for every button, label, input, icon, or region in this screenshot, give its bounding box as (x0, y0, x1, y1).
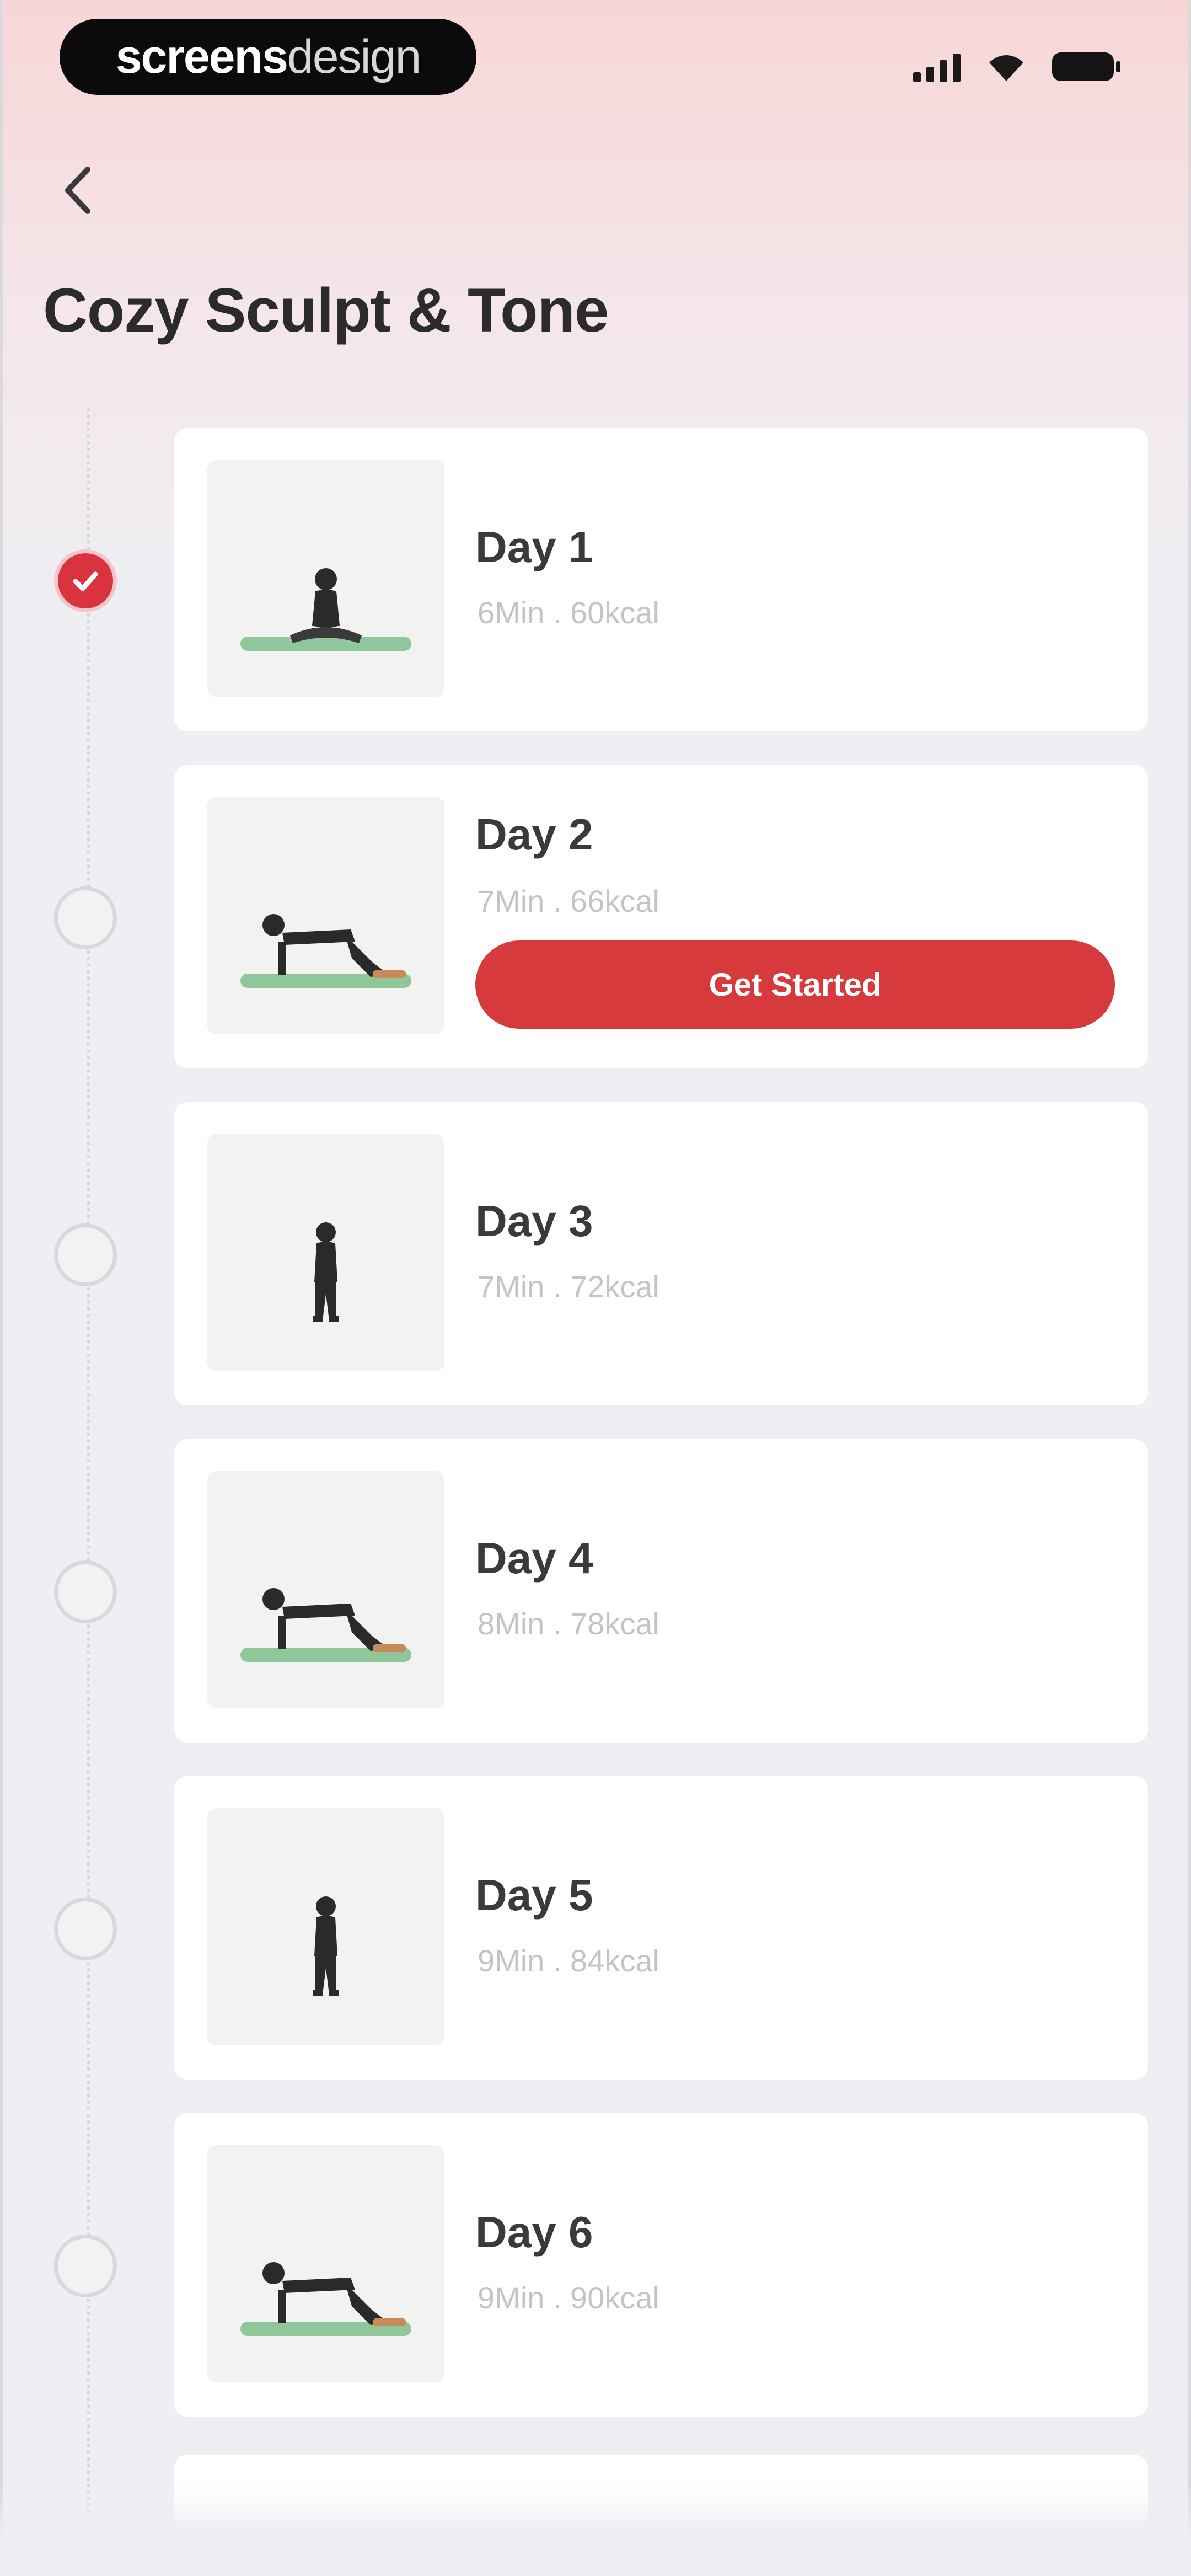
day-duration-calories: 9Min . 84kcal (478, 1943, 659, 1978)
day-row: Day 1 6Min . 60kcal (0, 428, 1191, 731)
day-row: Day 2 7Min . 66kcal Get Started (0, 765, 1191, 1068)
day-card[interactable]: Day 5 9Min . 84kcal (174, 1776, 1148, 2080)
day-title: Day 1 (475, 522, 593, 571)
incomplete-circle-icon[interactable] (54, 1898, 117, 1960)
day-row: Day 4 8Min . 78kcal (0, 1439, 1191, 1743)
day-card[interactable]: Day 4 8Min . 78kcal (174, 1439, 1148, 1743)
day-duration-calories: 7Min . 72kcal (478, 1269, 659, 1304)
day-duration-calories: 9Min . 90kcal (478, 2280, 659, 2315)
day-card[interactable]: Day 2 7Min . 66kcal Get Started (174, 765, 1148, 1068)
day-row: Day 6 9Min . 90kcal (0, 2113, 1191, 2417)
workout-thumbnail (207, 1471, 444, 1708)
incomplete-circle-icon[interactable] (54, 1223, 117, 1286)
day-card[interactable]: Day 1 6Min . 60kcal (174, 428, 1148, 731)
day-title: Day 3 (475, 1196, 593, 1246)
day-duration-calories: 7Min . 66kcal (478, 884, 659, 918)
get-started-button[interactable]: Get Started (475, 940, 1115, 1029)
day-title: Day 6 (475, 2208, 593, 2257)
day-title: Day 4 (475, 1533, 593, 1583)
completed-check-icon[interactable] (54, 549, 117, 612)
checkmark-icon (73, 571, 98, 591)
day-list: Day 1 6Min . 60kcal Day 2 7Min . 66kcal Get … (0, 0, 1191, 2576)
day-title: Day 5 (475, 1870, 593, 1920)
incomplete-circle-icon[interactable] (54, 886, 117, 949)
workout-thumbnail (207, 1808, 444, 2045)
day-card[interactable]: Day 6 9Min . 90kcal (174, 2113, 1148, 2417)
day-row: Day 3 7Min . 72kcal (0, 1102, 1191, 1405)
day-card[interactable]: Day 3 7Min . 72kcal (174, 1102, 1148, 1405)
day-row: Day 5 9Min . 84kcal (0, 1776, 1191, 2080)
workout-thumbnail (207, 1134, 444, 1371)
workout-thumbnail (207, 2145, 444, 2382)
bottom-fade (0, 2482, 1191, 2576)
day-duration-calories: 8Min . 78kcal (478, 1606, 659, 1641)
workout-thumbnail (207, 460, 444, 697)
incomplete-circle-icon[interactable] (54, 2235, 117, 2297)
day-title: Day 2 (475, 810, 593, 859)
workout-thumbnail (207, 797, 444, 1034)
incomplete-circle-icon[interactable] (54, 1560, 117, 1623)
day-duration-calories: 6Min . 60kcal (478, 595, 659, 630)
